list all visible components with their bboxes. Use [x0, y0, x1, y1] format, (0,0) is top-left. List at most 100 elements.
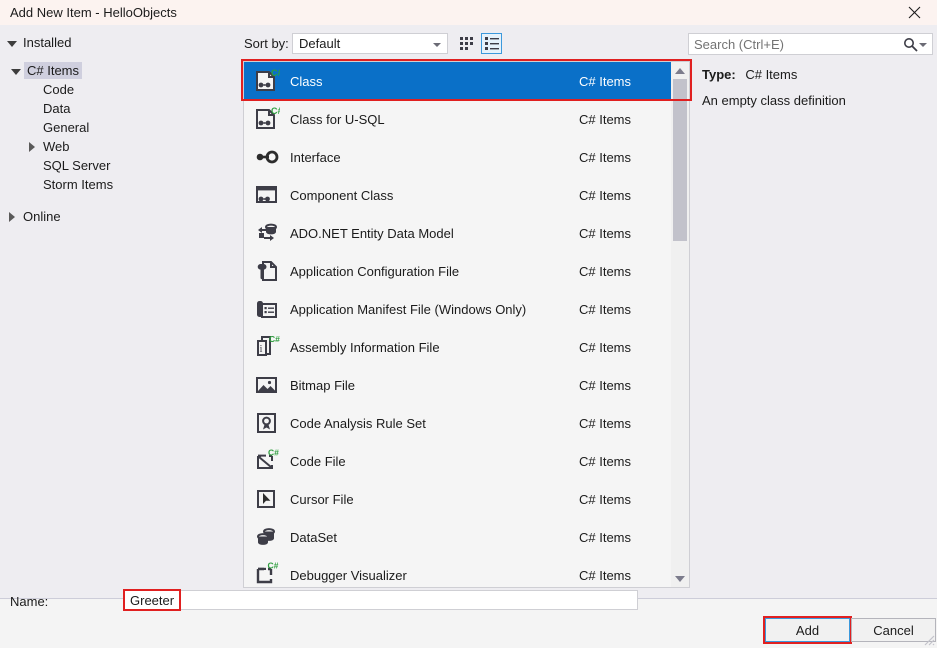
svg-text:C#: C#	[268, 448, 279, 458]
name-label: Name:	[10, 594, 48, 609]
title-bar: Add New Item - HelloObjects	[0, 0, 937, 25]
component-class-icon	[244, 176, 290, 214]
list-scrollbar[interactable]	[671, 62, 689, 587]
debugger-visualizer-icon: C#	[244, 556, 290, 588]
tree-item-label: Installed	[20, 34, 74, 51]
tiles-view-button[interactable]	[456, 33, 477, 54]
class-csharp-icon: C#	[244, 62, 290, 100]
detail-panel: Type: C# Items An empty class definition	[697, 61, 933, 541]
tree-item-code[interactable]: Code	[0, 80, 232, 99]
scroll-up-button[interactable]	[671, 62, 689, 79]
scrollbar-thumb[interactable]	[673, 79, 687, 241]
item-template-list[interactable]: C# Class C# Items C#	[243, 61, 690, 588]
entity-data-model-icon	[244, 214, 290, 252]
sort-by-value: Default	[299, 36, 340, 51]
sort-by-select[interactable]: Default	[292, 33, 448, 54]
detail-type-value: C# Items	[745, 67, 797, 82]
tree-item-online[interactable]: Online	[0, 207, 232, 226]
list-item-name: Bitmap File	[290, 378, 579, 393]
list-view-icon	[485, 37, 499, 50]
scroll-down-button[interactable]	[671, 570, 689, 587]
chevron-down-icon[interactable]	[919, 43, 927, 47]
tree-item-label: Online	[20, 208, 64, 225]
list-item-class[interactable]: C# Class C# Items	[244, 62, 671, 100]
add-button[interactable]: Add	[765, 618, 850, 642]
list-item-category: C# Items	[579, 340, 671, 355]
tree-item-label: Code	[40, 81, 77, 98]
svg-text:C#: C#	[268, 562, 279, 571]
list-item-category: C# Items	[579, 530, 671, 545]
list-item-code-file[interactable]: C# Code File C# Items	[244, 442, 671, 480]
list-item-class-for-u-sql[interactable]: C# Class for U-SQL C# Items	[244, 100, 671, 138]
name-input[interactable]: Greeter	[124, 590, 638, 610]
list-item-category: C# Items	[579, 416, 671, 431]
chevron-right-icon	[24, 139, 40, 155]
svg-text:C#: C#	[269, 334, 280, 344]
tree-item-data[interactable]: Data	[0, 99, 232, 118]
list-item-category: C# Items	[579, 226, 671, 241]
list-item-interface[interactable]: Interface C# Items	[244, 138, 671, 176]
list-view-button[interactable]	[481, 33, 502, 54]
list-item-category: C# Items	[579, 492, 671, 507]
window-title: Add New Item - HelloObjects	[10, 5, 177, 20]
dataset-icon	[244, 518, 290, 556]
item-template-list-body: C# Class C# Items C#	[244, 62, 671, 587]
installed-tree: Installed C# Items Code Data General Web…	[0, 25, 232, 590]
tree-item-label: Web	[40, 138, 73, 155]
search-icon	[903, 37, 918, 52]
chevron-down-icon	[433, 43, 441, 47]
class-csharp-icon: C#	[244, 100, 290, 138]
list-item-category: C# Items	[579, 74, 671, 89]
list-item-name: Component Class	[290, 188, 579, 203]
svg-text:C#: C#	[271, 68, 280, 78]
search-input[interactable]: Search (Ctrl+E)	[694, 37, 784, 52]
detail-type-label: Type:	[702, 67, 736, 82]
list-item-component-class[interactable]: Component Class C# Items	[244, 176, 671, 214]
list-item-cursor-file[interactable]: Cursor File C# Items	[244, 480, 671, 518]
grid-view-icon	[460, 37, 474, 50]
list-item-dataset[interactable]: DataSet C# Items	[244, 518, 671, 556]
tree-item-storm-items[interactable]: Storm Items	[0, 175, 232, 194]
list-item-bitmap-file[interactable]: Bitmap File C# Items	[244, 366, 671, 404]
sort-by-label: Sort by:	[244, 36, 289, 51]
tree-item-installed[interactable]: Installed	[0, 33, 232, 52]
tree-item-label: C# Items	[24, 62, 82, 79]
list-item-code-analysis-rule-set[interactable]: Code Analysis Rule Set C# Items	[244, 404, 671, 442]
code-file-icon: C#	[244, 442, 290, 480]
list-item-assembly-information-file[interactable]: i C# Assembly Information File C# Items	[244, 328, 671, 366]
tree-item-csharp-items[interactable]: C# Items	[0, 61, 232, 80]
list-item-name: Class for U-SQL	[290, 112, 579, 127]
detail-description: An empty class definition	[702, 92, 930, 109]
name-input-value: Greeter	[130, 593, 174, 608]
list-item-category: C# Items	[579, 454, 671, 469]
resize-grip-icon[interactable]	[923, 634, 935, 646]
list-item-category: C# Items	[579, 112, 671, 127]
list-item-name: Cursor File	[290, 492, 579, 507]
list-item-application-configuration-file[interactable]: Application Configuration File C# Items	[244, 252, 671, 290]
chevron-down-icon	[8, 63, 24, 79]
svg-text:C#: C#	[271, 106, 280, 116]
tree-item-label: General	[40, 119, 92, 136]
tree-item-label: Data	[40, 100, 73, 117]
list-item-name: Application Manifest File (Windows Only)	[290, 302, 579, 317]
list-item-name: Code Analysis Rule Set	[290, 416, 579, 431]
tree-item-general[interactable]: General	[0, 118, 232, 137]
list-item-ado-net-entity-data-model[interactable]: ADO.NET Entity Data Model C# Items	[244, 214, 671, 252]
app-config-file-icon	[244, 252, 290, 290]
list-item-category: C# Items	[579, 378, 671, 393]
list-item-debugger-visualizer[interactable]: C# Debugger Visualizer C# Items	[244, 556, 671, 588]
tree-item-sql-server[interactable]: SQL Server	[0, 156, 232, 175]
list-item-name: ADO.NET Entity Data Model	[290, 226, 579, 241]
list-item-category: C# Items	[579, 264, 671, 279]
list-item-name: Class	[290, 74, 579, 89]
tree-item-web[interactable]: Web	[0, 137, 232, 156]
assembly-info-file-icon: i C#	[244, 328, 290, 366]
list-item-application-manifest-file[interactable]: Application Manifest File (Windows Only)…	[244, 290, 671, 328]
list-item-category: C# Items	[579, 188, 671, 203]
code-analysis-rule-set-icon	[244, 404, 290, 442]
scroll-up-icon	[675, 68, 685, 74]
add-new-item-dialog: Add New Item - HelloObjects Installed C#…	[0, 0, 937, 648]
close-button[interactable]	[891, 0, 937, 25]
search-box[interactable]: Search (Ctrl+E)	[688, 33, 933, 55]
app-manifest-file-icon	[244, 290, 290, 328]
